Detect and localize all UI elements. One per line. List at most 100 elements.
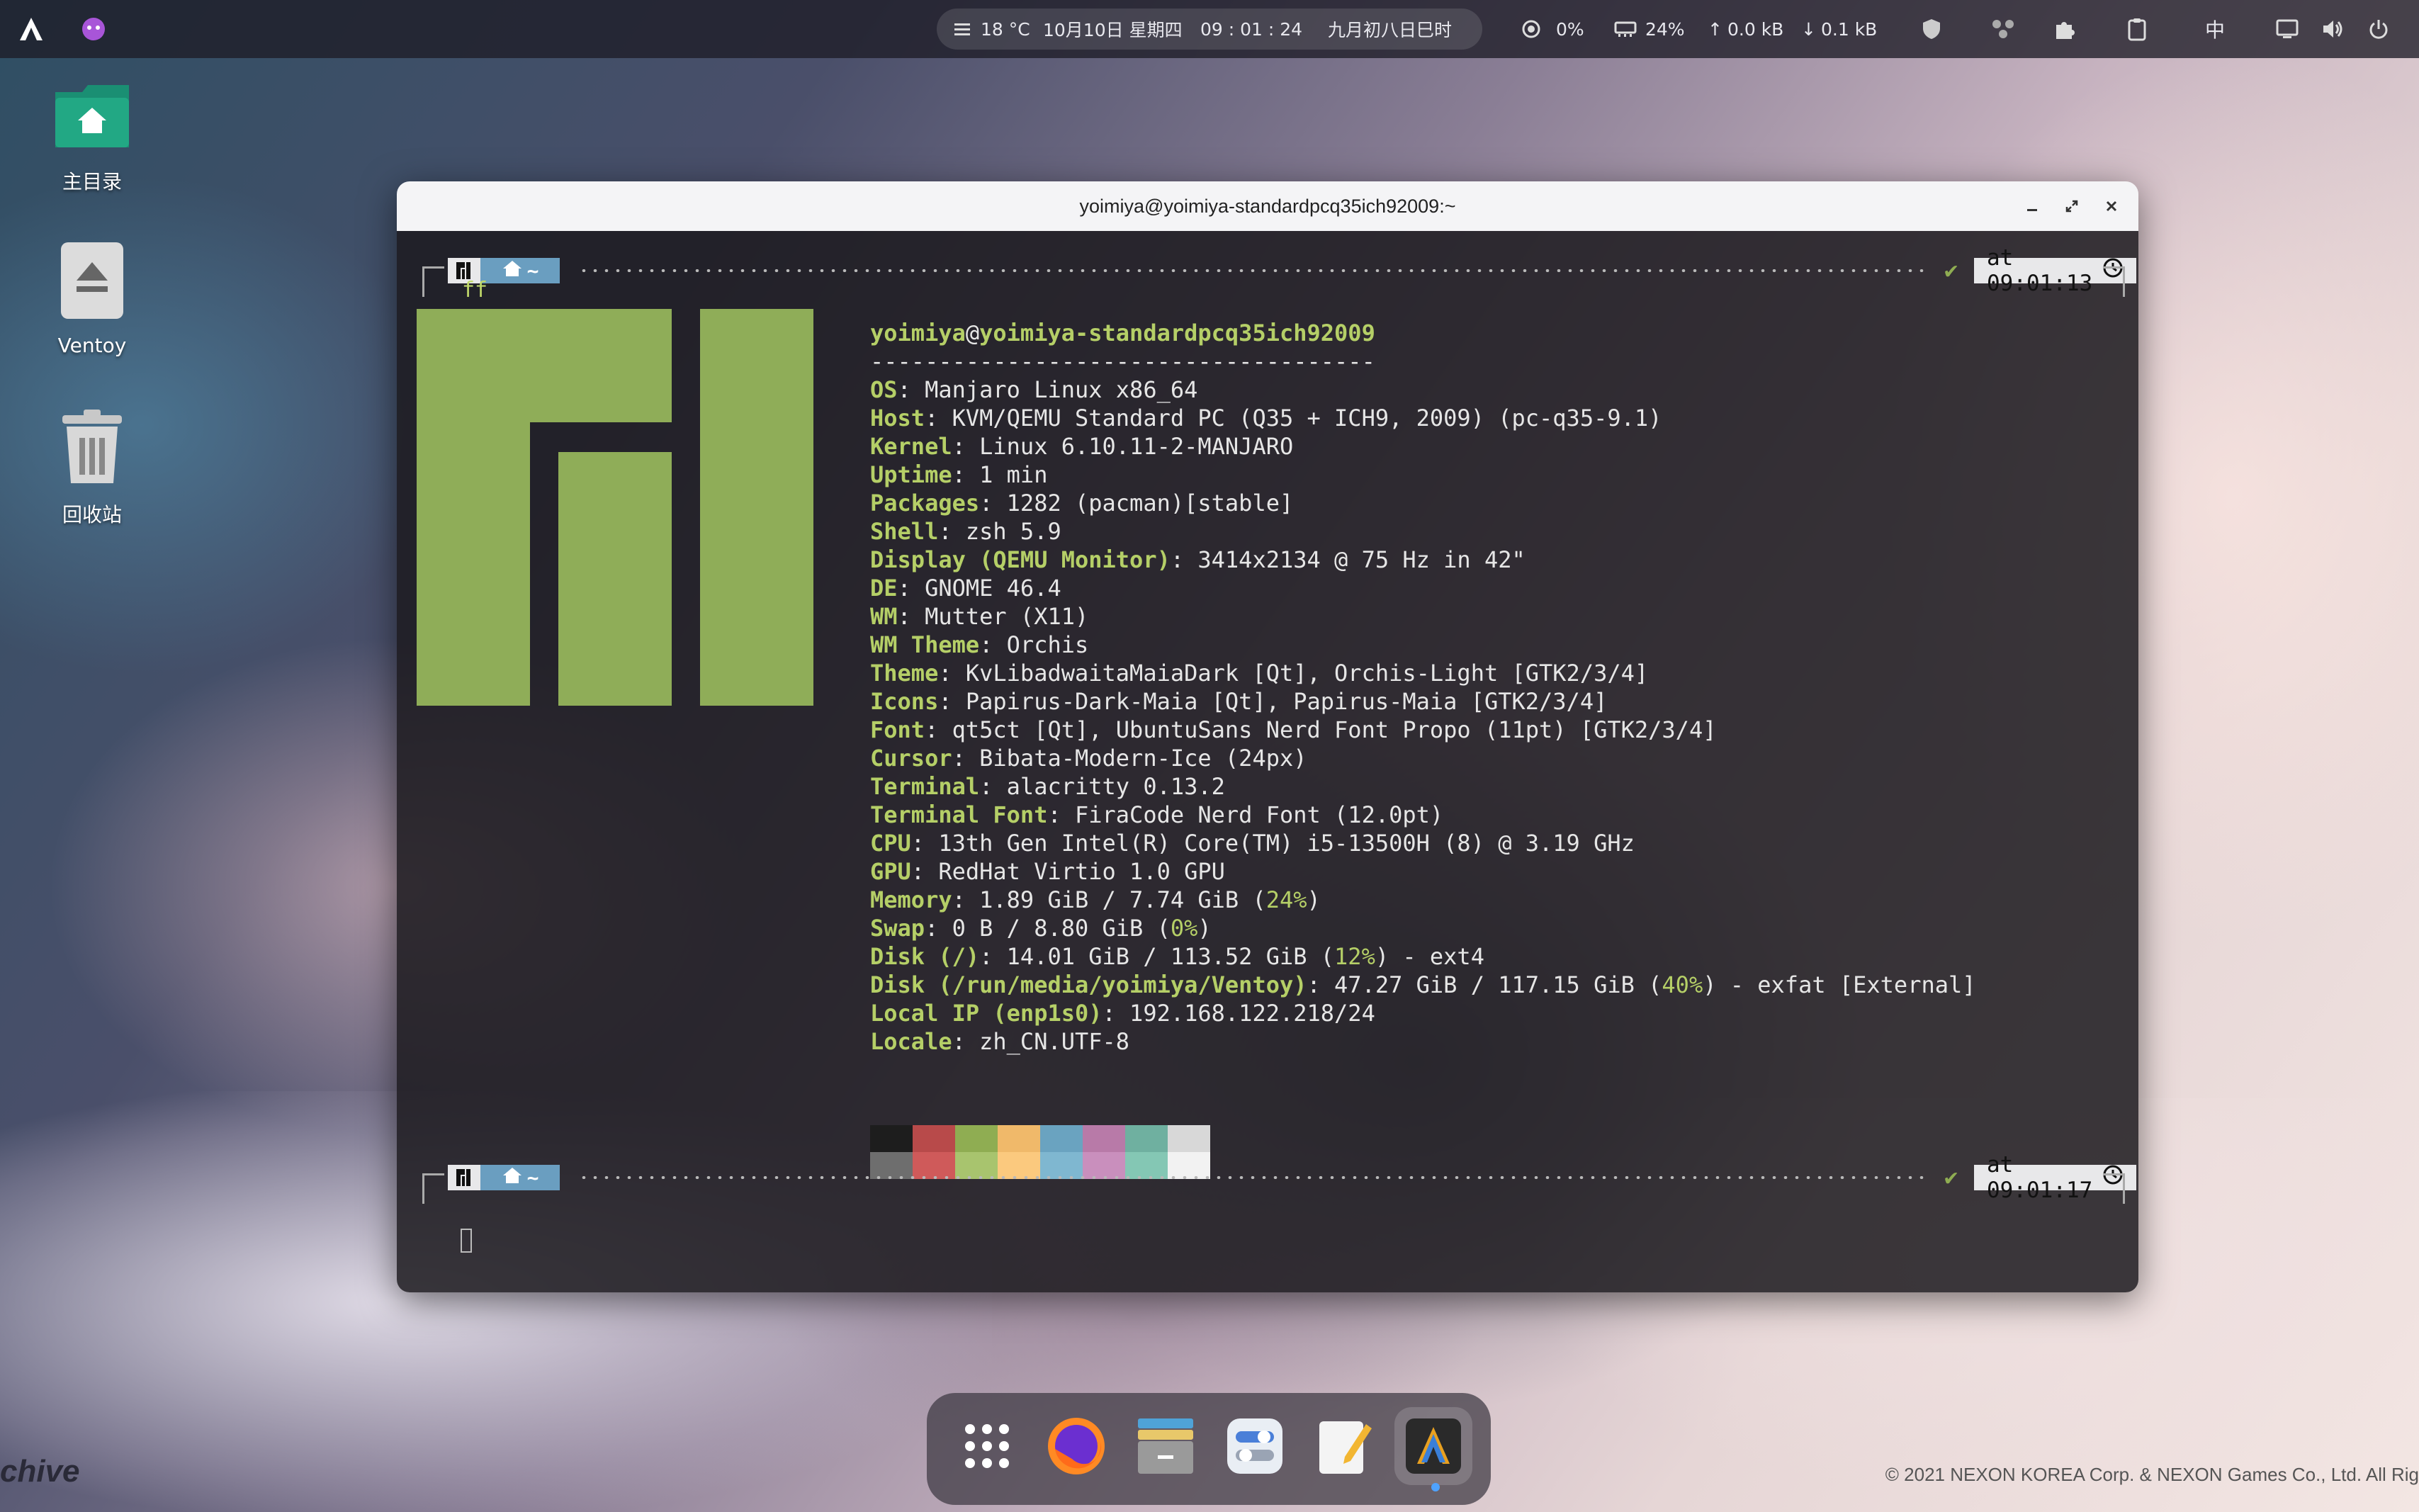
minimize-button[interactable] xyxy=(2019,193,2045,219)
hostname: yoimiya-standardpcq35ich92009 xyxy=(979,320,1375,346)
logo-block xyxy=(417,309,530,706)
info-line: GPU: RedHat Virtio 1.0 GPU xyxy=(870,858,1225,885)
clock-time: 09 : 01 : 24 xyxy=(1200,18,1303,40)
screen-icon[interactable] xyxy=(2276,0,2299,58)
info-line: Terminal: alacritty 0.13.2 xyxy=(870,773,1225,800)
info-value: 3414x2134 @ 75 Hz in 42" xyxy=(1197,546,1526,573)
info-line: Terminal Font: FiraCode Nerd Font (12.0p… xyxy=(870,801,1444,828)
app-indicator-icon[interactable] xyxy=(79,0,108,58)
info-value: Manjaro Linux x86_64 xyxy=(925,376,1198,403)
activities-button[interactable] xyxy=(17,0,45,58)
logo-block xyxy=(558,452,672,706)
running-indicator xyxy=(1431,1483,1440,1491)
info-value: zh_CN.UTF-8 xyxy=(979,1028,1130,1055)
info-line: Local IP (enp1s0): 192.168.122.218/24 xyxy=(870,1000,1375,1027)
success-check-icon: ✔ xyxy=(1944,256,1958,283)
text-editor-icon[interactable] xyxy=(1305,1407,1383,1485)
puzzle-icon[interactable] xyxy=(2053,0,2076,58)
palette-swatch xyxy=(870,1125,913,1152)
info-key: Shell xyxy=(870,518,939,545)
eject-drive-icon xyxy=(32,241,152,325)
memory-icon xyxy=(1614,0,1637,58)
info-value: ) xyxy=(1197,915,1212,942)
prompt-time: at 09:01:17 xyxy=(1987,1152,2093,1203)
info-value: 1282 (pacman)[stable] xyxy=(1006,490,1294,517)
desktop-item-label: 回收站 xyxy=(62,503,122,526)
window-titlebar[interactable]: yoimiya@yoimiya-standardpcq35ich92009:~ xyxy=(397,181,2138,231)
success-check-icon: ✔ xyxy=(1944,1163,1958,1190)
app-grid-icon[interactable] xyxy=(948,1407,1026,1485)
text-cursor[interactable] xyxy=(461,1229,472,1253)
palette-swatch xyxy=(955,1125,998,1152)
prompt-bracket-right xyxy=(2103,266,2125,297)
prompt-dir: ~ xyxy=(526,259,539,283)
files-icon[interactable] xyxy=(1127,1407,1205,1485)
palette-swatch xyxy=(1040,1125,1083,1152)
prompt-bracket-right xyxy=(2103,1173,2125,1204)
info-key: Memory xyxy=(870,886,952,913)
terminal-window[interactable]: yoimiya@yoimiya-standardpcq35ich92009:~ … xyxy=(397,181,2138,1292)
lunar-date: 九月初八日巳时 xyxy=(1328,20,1453,40)
terminal-icon[interactable] xyxy=(1394,1407,1472,1485)
info-key: Icons xyxy=(870,688,939,715)
settings-toggles-icon[interactable] xyxy=(1216,1407,1294,1485)
desktop-item-ventoy[interactable]: Ventoy xyxy=(32,241,152,357)
close-button[interactable] xyxy=(2099,193,2124,219)
info-value: Mutter (X11) xyxy=(925,603,1089,630)
info-key: GPU xyxy=(870,858,911,885)
desktop-item-label: Ventoy xyxy=(57,334,127,357)
clipboard-icon[interactable] xyxy=(2127,0,2147,58)
info-percent: 40% xyxy=(1662,971,1703,998)
weather-icon xyxy=(952,0,972,58)
shield-icon[interactable] xyxy=(1922,0,1941,58)
power-icon[interactable] xyxy=(2368,0,2389,58)
download-speed: 0.1 kB xyxy=(1821,18,1878,40)
info-key: Theme xyxy=(870,660,939,687)
desktop-item-home[interactable]: 主目录 xyxy=(32,79,152,195)
info-line: Host: KVM/QEMU Standard PC (Q35 + ICH9, … xyxy=(870,405,1662,431)
info-key: Disk (/) xyxy=(870,943,980,970)
info-value: Papirus-Dark-Maia [Qt], Papirus-Maia [GT… xyxy=(965,688,1608,715)
info-key: Terminal xyxy=(870,773,980,800)
info-value: qt5ct [Qt], UbuntuSans Nerd Font Propo (… xyxy=(952,716,1717,743)
volume-icon[interactable] xyxy=(2321,0,2344,58)
info-value: ) xyxy=(1307,886,1321,913)
info-value: zsh 5.9 xyxy=(965,518,1061,545)
trash-icon xyxy=(32,408,152,491)
info-key: Swap xyxy=(870,915,925,942)
username: yoimiya xyxy=(870,320,966,346)
info-value: alacritty 0.13.2 xyxy=(1006,773,1225,800)
info-key: Uptime xyxy=(870,461,952,488)
info-key: Font xyxy=(870,716,925,743)
prompt-dir-segment: ~ xyxy=(480,1165,560,1190)
info-value: 1.89 GiB / 7.74 GiB ( xyxy=(979,886,1266,913)
desktop-item-trash[interactable]: 回收站 xyxy=(32,408,152,528)
terminal-content[interactable]: ~ ✔ at 09:01:13 ff yoimiya@yoimiya-stand… xyxy=(397,231,2138,1292)
input-method-indicator[interactable]: 中 xyxy=(2205,0,2225,58)
info-key: CPU xyxy=(870,830,911,857)
info-line: Uptime: 1 min xyxy=(870,461,1048,488)
info-line: Kernel: Linux 6.10.11-2-MANJARO xyxy=(870,433,1294,460)
maximize-button[interactable] xyxy=(2059,193,2085,219)
info-value: GNOME 46.4 xyxy=(925,575,1061,602)
info-value: 0 B / 8.80 GiB ( xyxy=(952,915,1171,942)
info-value: 14.01 GiB / 113.52 GiB ( xyxy=(1006,943,1335,970)
info-value: ) - ext4 xyxy=(1375,943,1484,970)
info-percent: 0% xyxy=(1170,915,1198,942)
info-key: Kernel xyxy=(870,433,952,460)
top-bar: 18 °C 10月10日 星期四 09 : 01 : 24 九月初八日巳时 0%… xyxy=(0,0,2419,58)
download-icon: ↓ xyxy=(1801,18,1816,40)
command-text: ff xyxy=(462,278,488,303)
info-key: Cursor xyxy=(870,745,952,772)
info-line: Packages: 1282 (pacman)[stable] xyxy=(870,490,1294,517)
info-value: FiraCode Nerd Font (12.0pt) xyxy=(1074,801,1444,828)
firefox-icon[interactable] xyxy=(1037,1407,1115,1485)
info-line: OS: Manjaro Linux x86_64 xyxy=(870,376,1198,403)
info-value: 47.27 GiB / 117.15 GiB ( xyxy=(1334,971,1662,998)
info-key: Local IP (enp1s0) xyxy=(870,1000,1103,1027)
info-value: ) - exfat [External] xyxy=(1703,971,1976,998)
logo-block xyxy=(700,309,813,706)
extensions-grid-icon[interactable] xyxy=(1991,0,2015,58)
info-line: WM: Mutter (X11) xyxy=(870,603,1089,630)
cpu-usage: 0% xyxy=(1556,18,1584,40)
